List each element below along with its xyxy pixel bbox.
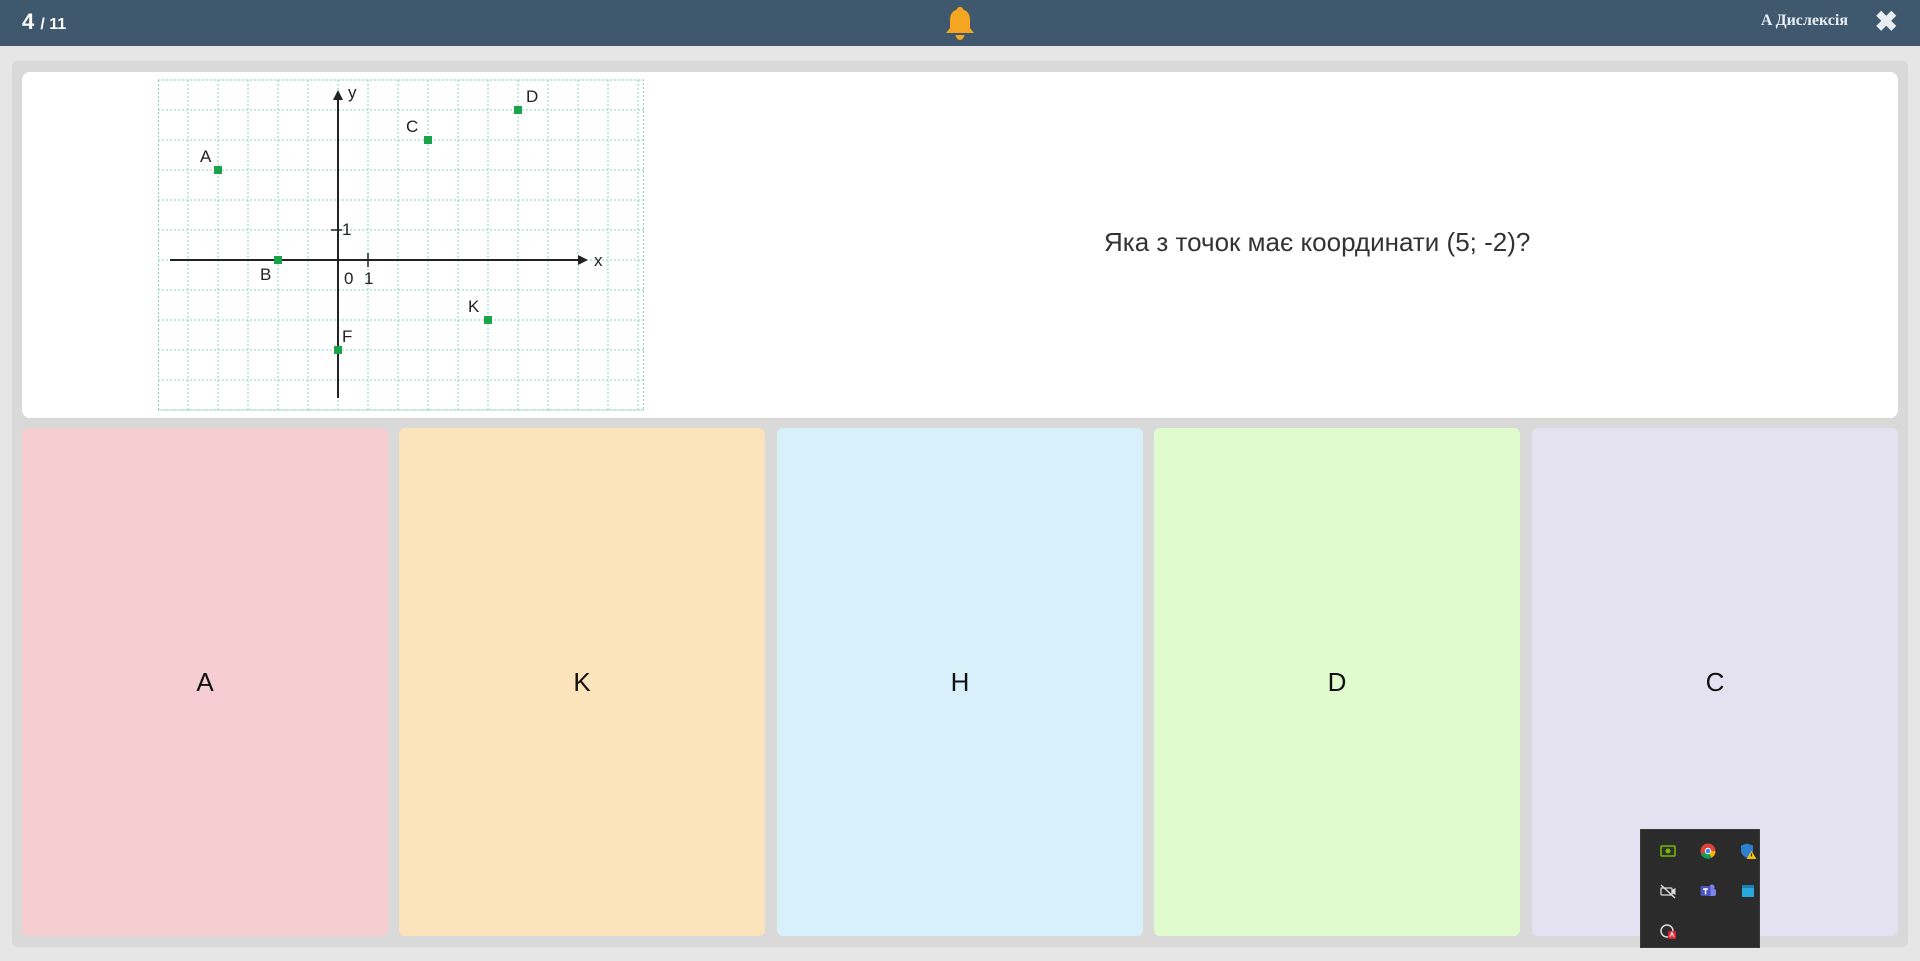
bell-icon[interactable] <box>942 4 978 42</box>
question-card: xy011ABCDKF Яка з точок має координати (… <box>22 72 1898 418</box>
point-label-d: D <box>526 87 538 106</box>
point-a <box>214 166 222 174</box>
point-label-f: F <box>342 327 352 346</box>
y-unit-label: 1 <box>342 220 351 239</box>
point-c <box>424 136 432 144</box>
point-label-c: C <box>406 117 418 136</box>
chrome-icon[interactable] <box>1699 842 1717 860</box>
answer-label: H <box>950 666 970 697</box>
answer-option-4[interactable]: D <box>1154 428 1520 936</box>
nvidia-icon[interactable] <box>1659 842 1677 860</box>
camera-off-icon[interactable] <box>1659 882 1677 900</box>
teams-icon[interactable] <box>1699 882 1717 900</box>
point-label-b: B <box>260 265 271 284</box>
answer-options: A K H D C <box>22 428 1898 936</box>
point-b <box>274 256 282 264</box>
answer-option-2[interactable]: K <box>399 428 765 936</box>
point-k <box>484 316 492 324</box>
answer-label: K <box>573 666 591 697</box>
question-text: Яка з точок має координати (5; -2)? <box>1104 227 1531 257</box>
answer-label: D <box>1327 666 1347 697</box>
counter-current: 4 <box>22 9 35 34</box>
system-tray-popup <box>1640 829 1760 948</box>
answer-label: C <box>1705 666 1725 697</box>
point-label-a: A <box>200 147 212 166</box>
x-axis-label: x <box>594 251 603 270</box>
answer-option-1[interactable]: A <box>22 428 388 936</box>
adobe-icon[interactable] <box>1659 922 1677 940</box>
origin-label: 0 <box>344 269 353 288</box>
answer-label: A <box>196 666 214 697</box>
x-unit-label: 1 <box>364 269 373 288</box>
answer-option-3[interactable]: H <box>777 428 1143 936</box>
x-axis-arrow <box>578 255 588 265</box>
app-square-icon[interactable] <box>1739 882 1757 900</box>
coordinate-plane-graph: xy0 11ABCDKF <box>158 79 644 411</box>
question-counter: 4 / 11 <box>22 9 66 35</box>
y-axis-label: y <box>348 83 357 102</box>
grid-border <box>158 79 644 411</box>
y-axis-arrow <box>333 90 343 100</box>
counter-total: / 11 <box>40 16 67 33</box>
point-f <box>334 346 342 354</box>
dyslexia-toggle[interactable]: A Дислексія <box>1761 12 1848 30</box>
defender-warning-icon[interactable] <box>1739 842 1757 860</box>
close-button[interactable]: ✖ <box>1875 8 1898 36</box>
point-d <box>514 106 522 114</box>
point-label-k: K <box>468 297 480 316</box>
top-bar: 4 / 11 A Дислексія ✖ <box>0 0 1920 46</box>
